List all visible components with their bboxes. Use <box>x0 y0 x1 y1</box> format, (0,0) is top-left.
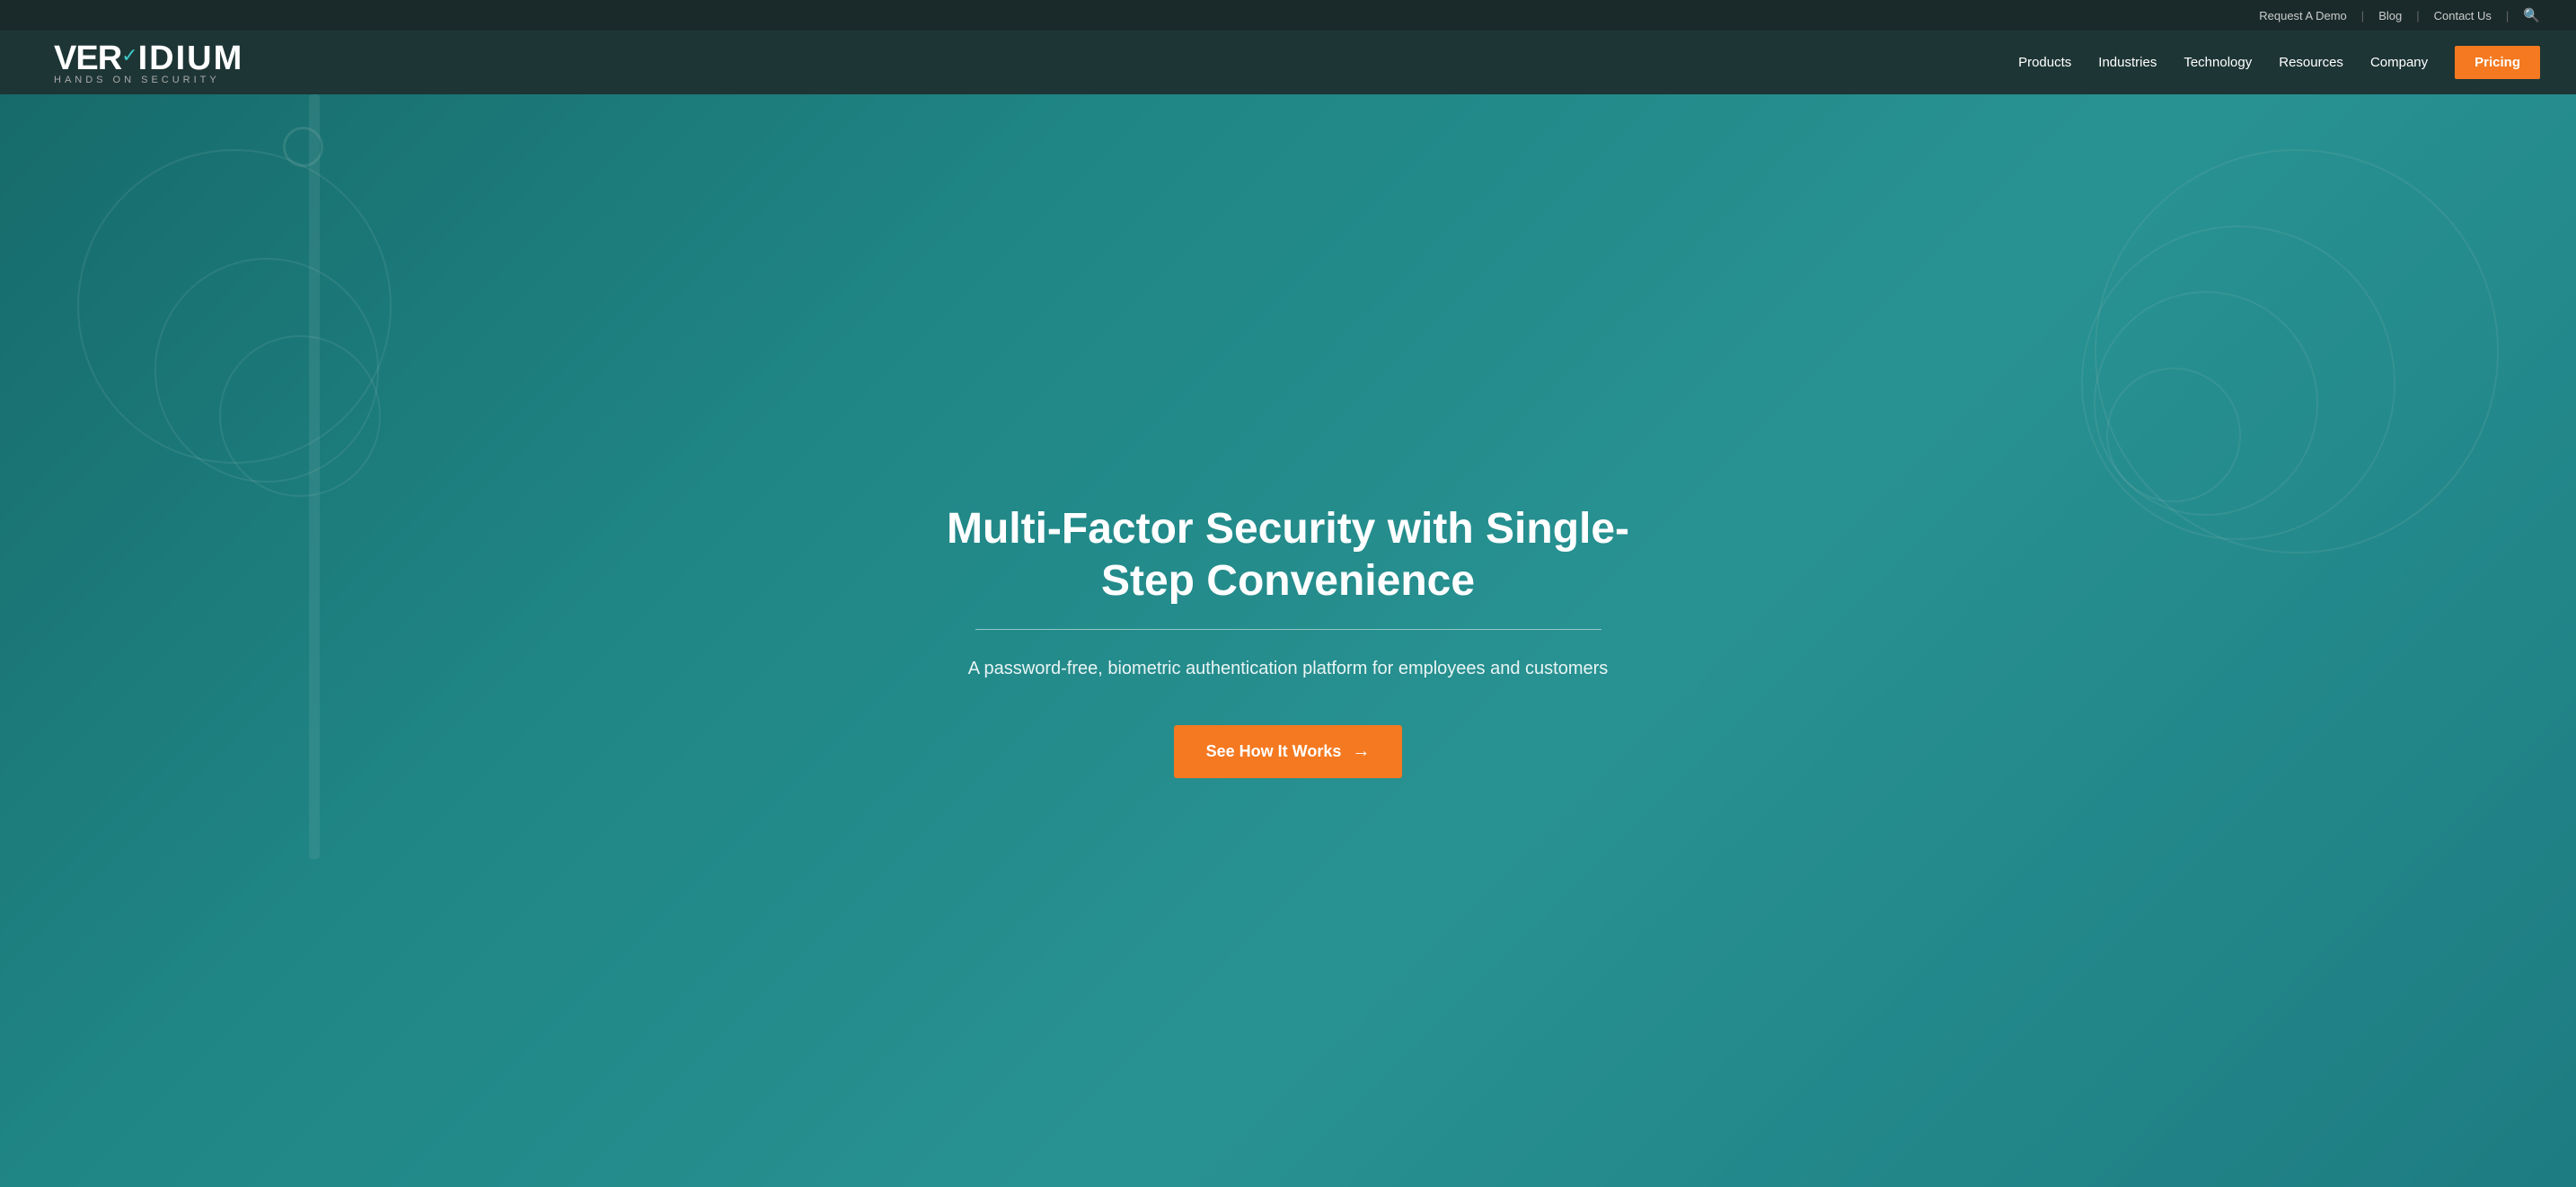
hero-title: Multi-Factor Security with Single-Step C… <box>920 503 1656 607</box>
nav-resources[interactable]: Resources <box>2279 55 2343 70</box>
nav-company[interactable]: Company <box>2370 55 2428 70</box>
arrow-icon: → <box>1352 741 1370 762</box>
hero-cta-button[interactable]: See How It Works → <box>1174 725 1403 778</box>
logo[interactable]: VER ✓ IDIUM HANDS ON SECURITY <box>54 40 243 85</box>
pricing-button[interactable]: Pricing <box>2455 46 2540 79</box>
header: VER ✓ IDIUM HANDS ON SECURITY Products I… <box>0 31 2576 94</box>
hero-section: Multi-Factor Security with Single-Step C… <box>0 94 2576 1187</box>
divider-1: | <box>2361 9 2364 22</box>
divider-2: | <box>2416 9 2419 22</box>
main-nav: Products Industries Technology Resources… <box>2018 46 2540 79</box>
divider-3: | <box>2506 9 2509 22</box>
nav-products[interactable]: Products <box>2018 55 2071 70</box>
hero-subtitle: A password-free, biometric authenticatio… <box>920 655 1656 682</box>
contact-link[interactable]: Contact Us <box>2434 9 2492 22</box>
blog-link[interactable]: Blog <box>2378 9 2402 22</box>
logo-v: VER <box>54 40 121 78</box>
hero-divider <box>975 629 1601 630</box>
logo-brand: IDIUM <box>138 40 244 78</box>
search-icon[interactable]: 🔍 <box>2523 7 2540 23</box>
nav-technology[interactable]: Technology <box>2183 55 2252 70</box>
logo-check-icon: ✓ <box>121 44 137 67</box>
nav-industries[interactable]: Industries <box>2098 55 2157 70</box>
hero-cta-label: See How It Works <box>1206 742 1342 761</box>
logo-tagline: HANDS ON SECURITY <box>54 75 220 85</box>
top-bar: Request A Demo | Blog | Contact Us | 🔍 <box>0 0 2576 31</box>
hero-content: Multi-Factor Security with Single-Step C… <box>884 503 1692 777</box>
request-demo-link[interactable]: Request A Demo <box>2259 9 2347 22</box>
